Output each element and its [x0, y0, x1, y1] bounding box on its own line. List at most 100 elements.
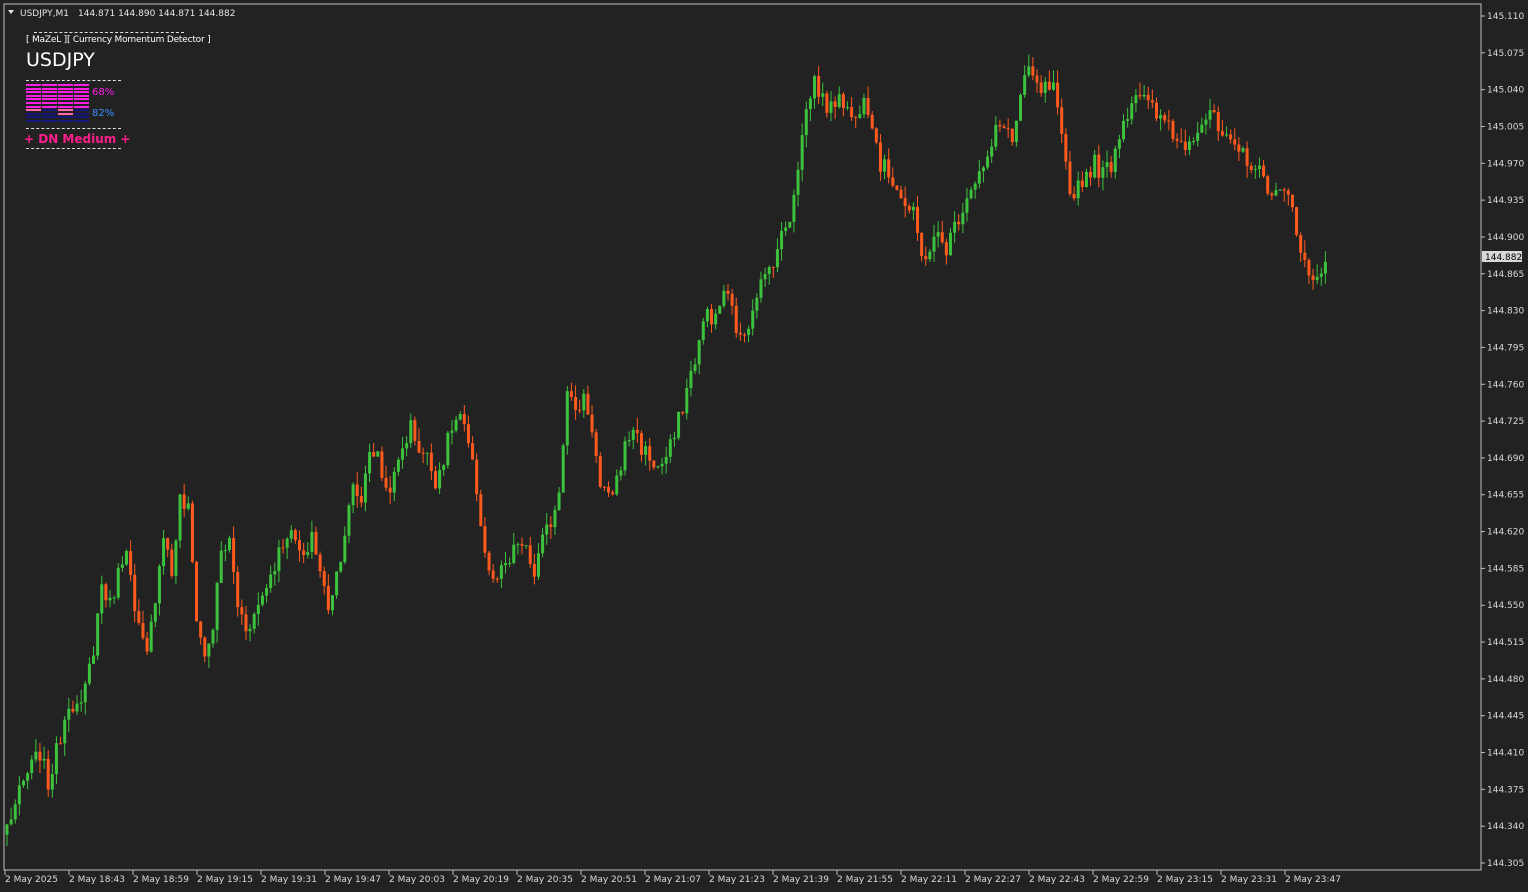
candle-body	[1097, 154, 1101, 178]
candle	[1163, 112, 1167, 124]
candle	[87, 657, 91, 686]
meter-cell	[74, 98, 89, 101]
candle-body	[602, 486, 606, 488]
candle	[837, 86, 841, 109]
candle-body	[1060, 107, 1064, 135]
candle-body	[1196, 132, 1200, 142]
candle	[738, 322, 742, 341]
candle	[751, 299, 755, 336]
candle-body	[186, 503, 190, 509]
candle	[1146, 86, 1150, 110]
candle-body	[644, 446, 648, 455]
candle-body	[195, 562, 199, 622]
candle	[561, 443, 565, 493]
candle-body	[520, 544, 524, 546]
chart-menu-triangle-icon[interactable]	[8, 10, 14, 14]
candle	[54, 736, 58, 785]
candle	[1212, 104, 1216, 114]
candle-body	[417, 440, 421, 453]
candle-body	[1278, 189, 1282, 191]
candle-body	[372, 452, 376, 457]
candle	[813, 74, 817, 109]
candle-body	[100, 584, 104, 614]
current-price-text: 144.882	[1485, 253, 1522, 263]
price-chart[interactable]: 145.110 145.075 145.040 145.005 144.970 144.9…	[0, 0, 1528, 892]
candle	[598, 452, 602, 489]
candle	[825, 90, 829, 118]
candle	[1126, 107, 1130, 128]
candle-body	[120, 564, 124, 568]
candle	[639, 430, 643, 462]
candle	[141, 610, 145, 641]
candle	[1290, 194, 1294, 212]
candle	[878, 133, 882, 181]
candle-body	[718, 305, 722, 314]
candle-body	[862, 97, 866, 115]
candle-body	[672, 437, 676, 440]
candle-body	[808, 98, 812, 110]
candle-body	[1274, 190, 1278, 196]
candle-body	[1175, 138, 1179, 141]
candle	[454, 415, 458, 433]
y-tick-label: 144.690	[1487, 454, 1524, 464]
meter-cell	[74, 112, 89, 115]
candle	[672, 431, 676, 447]
candle-body	[1019, 94, 1023, 121]
candle	[1076, 171, 1080, 206]
meter-cell	[42, 109, 57, 112]
candle-body	[133, 574, 137, 612]
candle	[1051, 70, 1055, 92]
candle	[13, 799, 17, 824]
candle-body	[1303, 252, 1307, 261]
candle	[363, 465, 367, 512]
candle	[1167, 109, 1171, 131]
candle-body	[578, 409, 582, 411]
candle-body	[1282, 189, 1286, 191]
candle	[1241, 146, 1245, 153]
meter-cell	[26, 87, 41, 90]
candle-body	[1220, 131, 1224, 136]
candle-body	[1266, 176, 1270, 194]
candle-body	[1105, 162, 1109, 168]
y-tick-label: 144.655	[1487, 491, 1524, 501]
candle	[256, 592, 260, 626]
candle-body	[911, 206, 915, 211]
candle-body	[726, 290, 730, 294]
candle-body	[240, 607, 244, 615]
candle-body	[1064, 134, 1068, 162]
candle-body	[5, 824, 9, 835]
candle	[590, 405, 594, 438]
candle-body	[907, 206, 911, 211]
candle	[845, 101, 849, 111]
candle	[932, 224, 936, 262]
candle	[1130, 96, 1134, 125]
candle-body	[96, 613, 100, 656]
candle	[763, 267, 767, 288]
candle	[487, 550, 491, 576]
candle-body	[1159, 115, 1163, 119]
candle	[615, 469, 619, 496]
candle	[1319, 267, 1323, 286]
meter-cell	[26, 102, 41, 104]
candle-body	[203, 637, 207, 657]
candle-body	[182, 494, 186, 509]
candle	[652, 460, 656, 470]
candle	[710, 304, 714, 333]
candle	[928, 249, 932, 262]
candle	[499, 560, 503, 589]
candle-body	[355, 484, 359, 497]
candle	[545, 512, 549, 545]
candle	[784, 221, 788, 236]
candle	[796, 161, 800, 207]
candle-body	[30, 759, 34, 774]
candle	[1023, 65, 1027, 98]
candle	[961, 203, 965, 234]
candle-body	[957, 221, 961, 225]
indicator-symbol: USDJPY	[26, 49, 95, 71]
candle-body	[545, 524, 549, 535]
candle	[800, 123, 804, 182]
candle	[417, 428, 421, 454]
candle-body	[339, 562, 343, 572]
meter-cell	[58, 84, 73, 86]
candle	[1035, 69, 1039, 93]
